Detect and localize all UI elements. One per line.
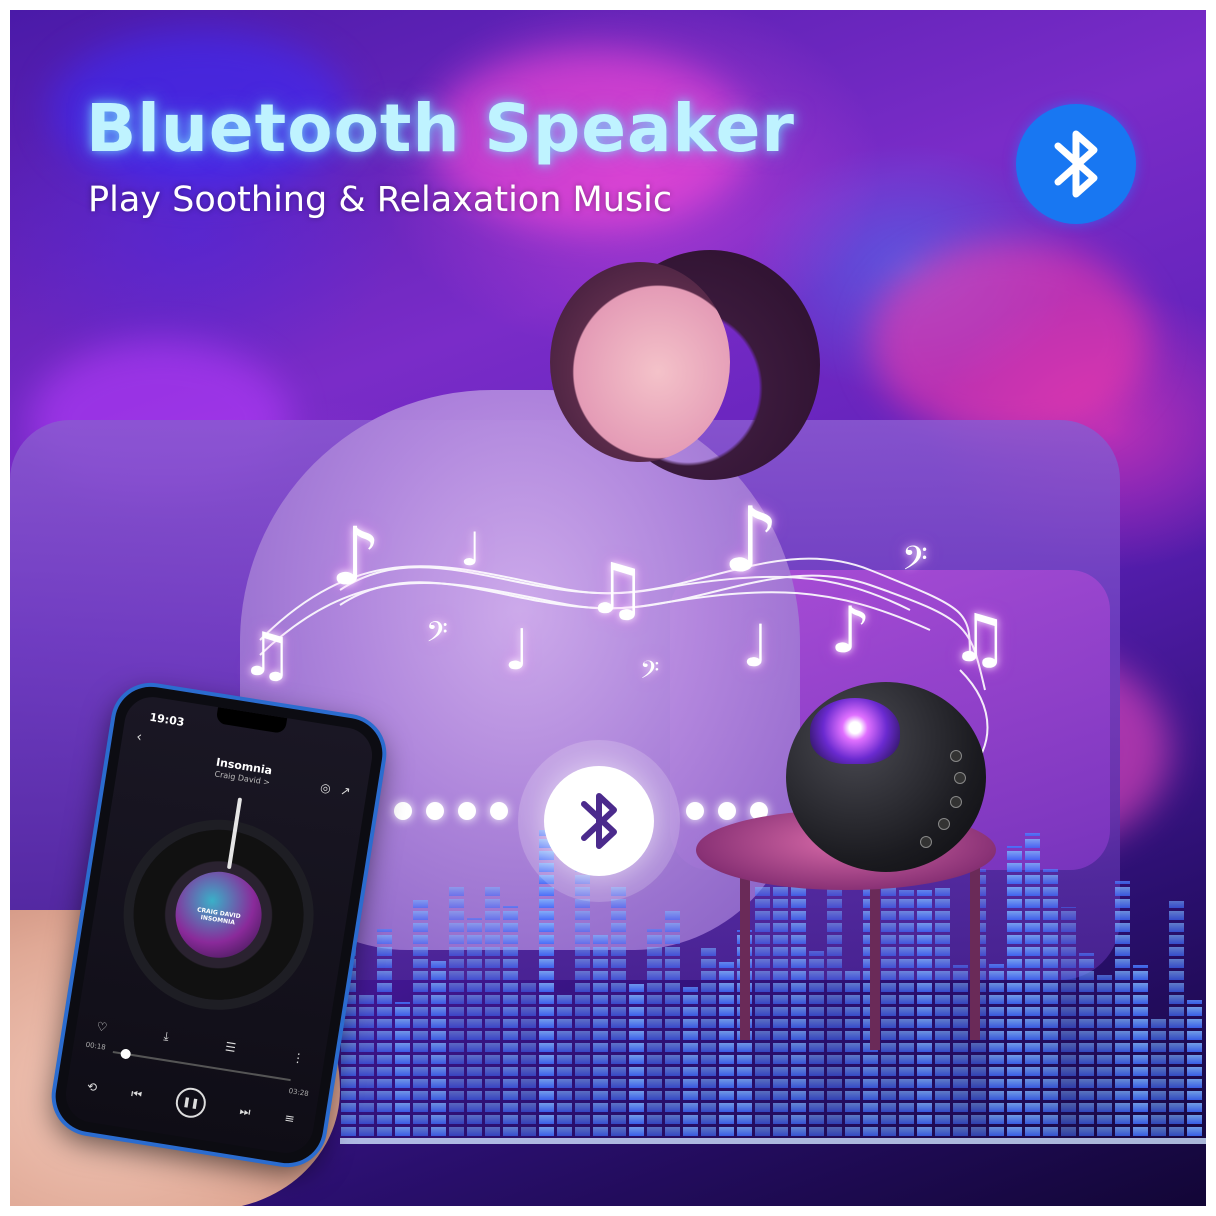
status-time: 19:03 <box>148 710 186 729</box>
music-app-screen: 19:03 ‹ Insomnia Craig David > ◎ ↗ CRAIG… <box>61 693 377 1157</box>
heart-icon[interactable]: ♡ <box>96 1019 109 1035</box>
eighth-note-icon: ♪ <box>722 488 780 593</box>
table-leg <box>970 860 980 1040</box>
eighth-note-icon: ♪ <box>830 594 871 668</box>
bluetooth-icon <box>581 793 617 849</box>
progress-knob[interactable] <box>119 1048 132 1060</box>
comment-icon[interactable]: ☰ <box>224 1039 237 1055</box>
quarter-note-icon: ♩ <box>460 522 482 576</box>
table-leg <box>870 870 880 1050</box>
speaker-button <box>950 750 962 762</box>
bass-clef-icon: 𝄢 <box>902 540 928 586</box>
duration-time: 03:28 <box>288 1086 310 1099</box>
previous-icon[interactable]: ⏮ <box>130 1086 143 1103</box>
connection-dot <box>686 802 704 820</box>
download-icon[interactable]: ⤓ <box>163 1029 170 1045</box>
playlist-icon[interactable]: ≡ <box>284 1111 296 1126</box>
connection-dot <box>394 802 412 820</box>
beamed-notes-icon: ♫ <box>585 548 648 630</box>
connection-dot <box>426 802 444 820</box>
page-title: Bluetooth Speaker <box>86 90 795 167</box>
quarter-note-icon: ♩ <box>742 612 770 680</box>
beamed-notes-icon: ♫ <box>240 620 294 690</box>
speaker-button <box>950 796 962 808</box>
pause-button[interactable]: ❚❚ <box>173 1085 209 1120</box>
connection-dots-left <box>394 802 508 820</box>
more-icon[interactable]: ⋮ <box>291 1050 305 1066</box>
connection-dot <box>458 802 476 820</box>
pause-icon: ❚❚ <box>181 1096 200 1110</box>
next-icon[interactable]: ⏭ <box>239 1103 252 1120</box>
page-subtitle: Play Soothing & Relaxation Music <box>88 180 673 220</box>
bluetooth-link-badge <box>544 766 654 876</box>
projector-dome <box>810 698 900 764</box>
hero-image: ♪ ♩ ♫ ♪ 𝄢 ♫ 𝄢 ♩ 𝄢 ♩ ♪ ♫ 19:03 ‹ Insomnia… <box>10 10 1206 1206</box>
speaker-button <box>954 772 966 784</box>
audio-settings-icon[interactable]: ◎ <box>319 780 332 795</box>
elapsed-time: 00:18 <box>85 1040 107 1052</box>
bluetooth-icon <box>1054 130 1098 198</box>
beamed-notes-icon: ♫ <box>950 600 1010 677</box>
bass-clef-icon: 𝄢 <box>640 656 660 691</box>
repeat-icon[interactable]: ⟲ <box>86 1079 98 1094</box>
connection-dot <box>718 802 736 820</box>
table-leg <box>740 860 750 1040</box>
quarter-note-icon: ♩ <box>504 618 531 683</box>
speaker-button <box>920 836 932 848</box>
speaker-button <box>938 818 950 830</box>
connection-dot <box>490 802 508 820</box>
playback-controls: ⟲ ⏮ ❚❚ ⏭ ≡ <box>85 1072 297 1134</box>
eighth-note-icon: ♪ <box>330 510 382 603</box>
bluetooth-badge <box>1016 104 1136 224</box>
share-icon[interactable]: ↗ <box>339 783 351 798</box>
bass-clef-icon: 𝄢 <box>426 616 448 656</box>
phone-notch <box>215 707 288 734</box>
